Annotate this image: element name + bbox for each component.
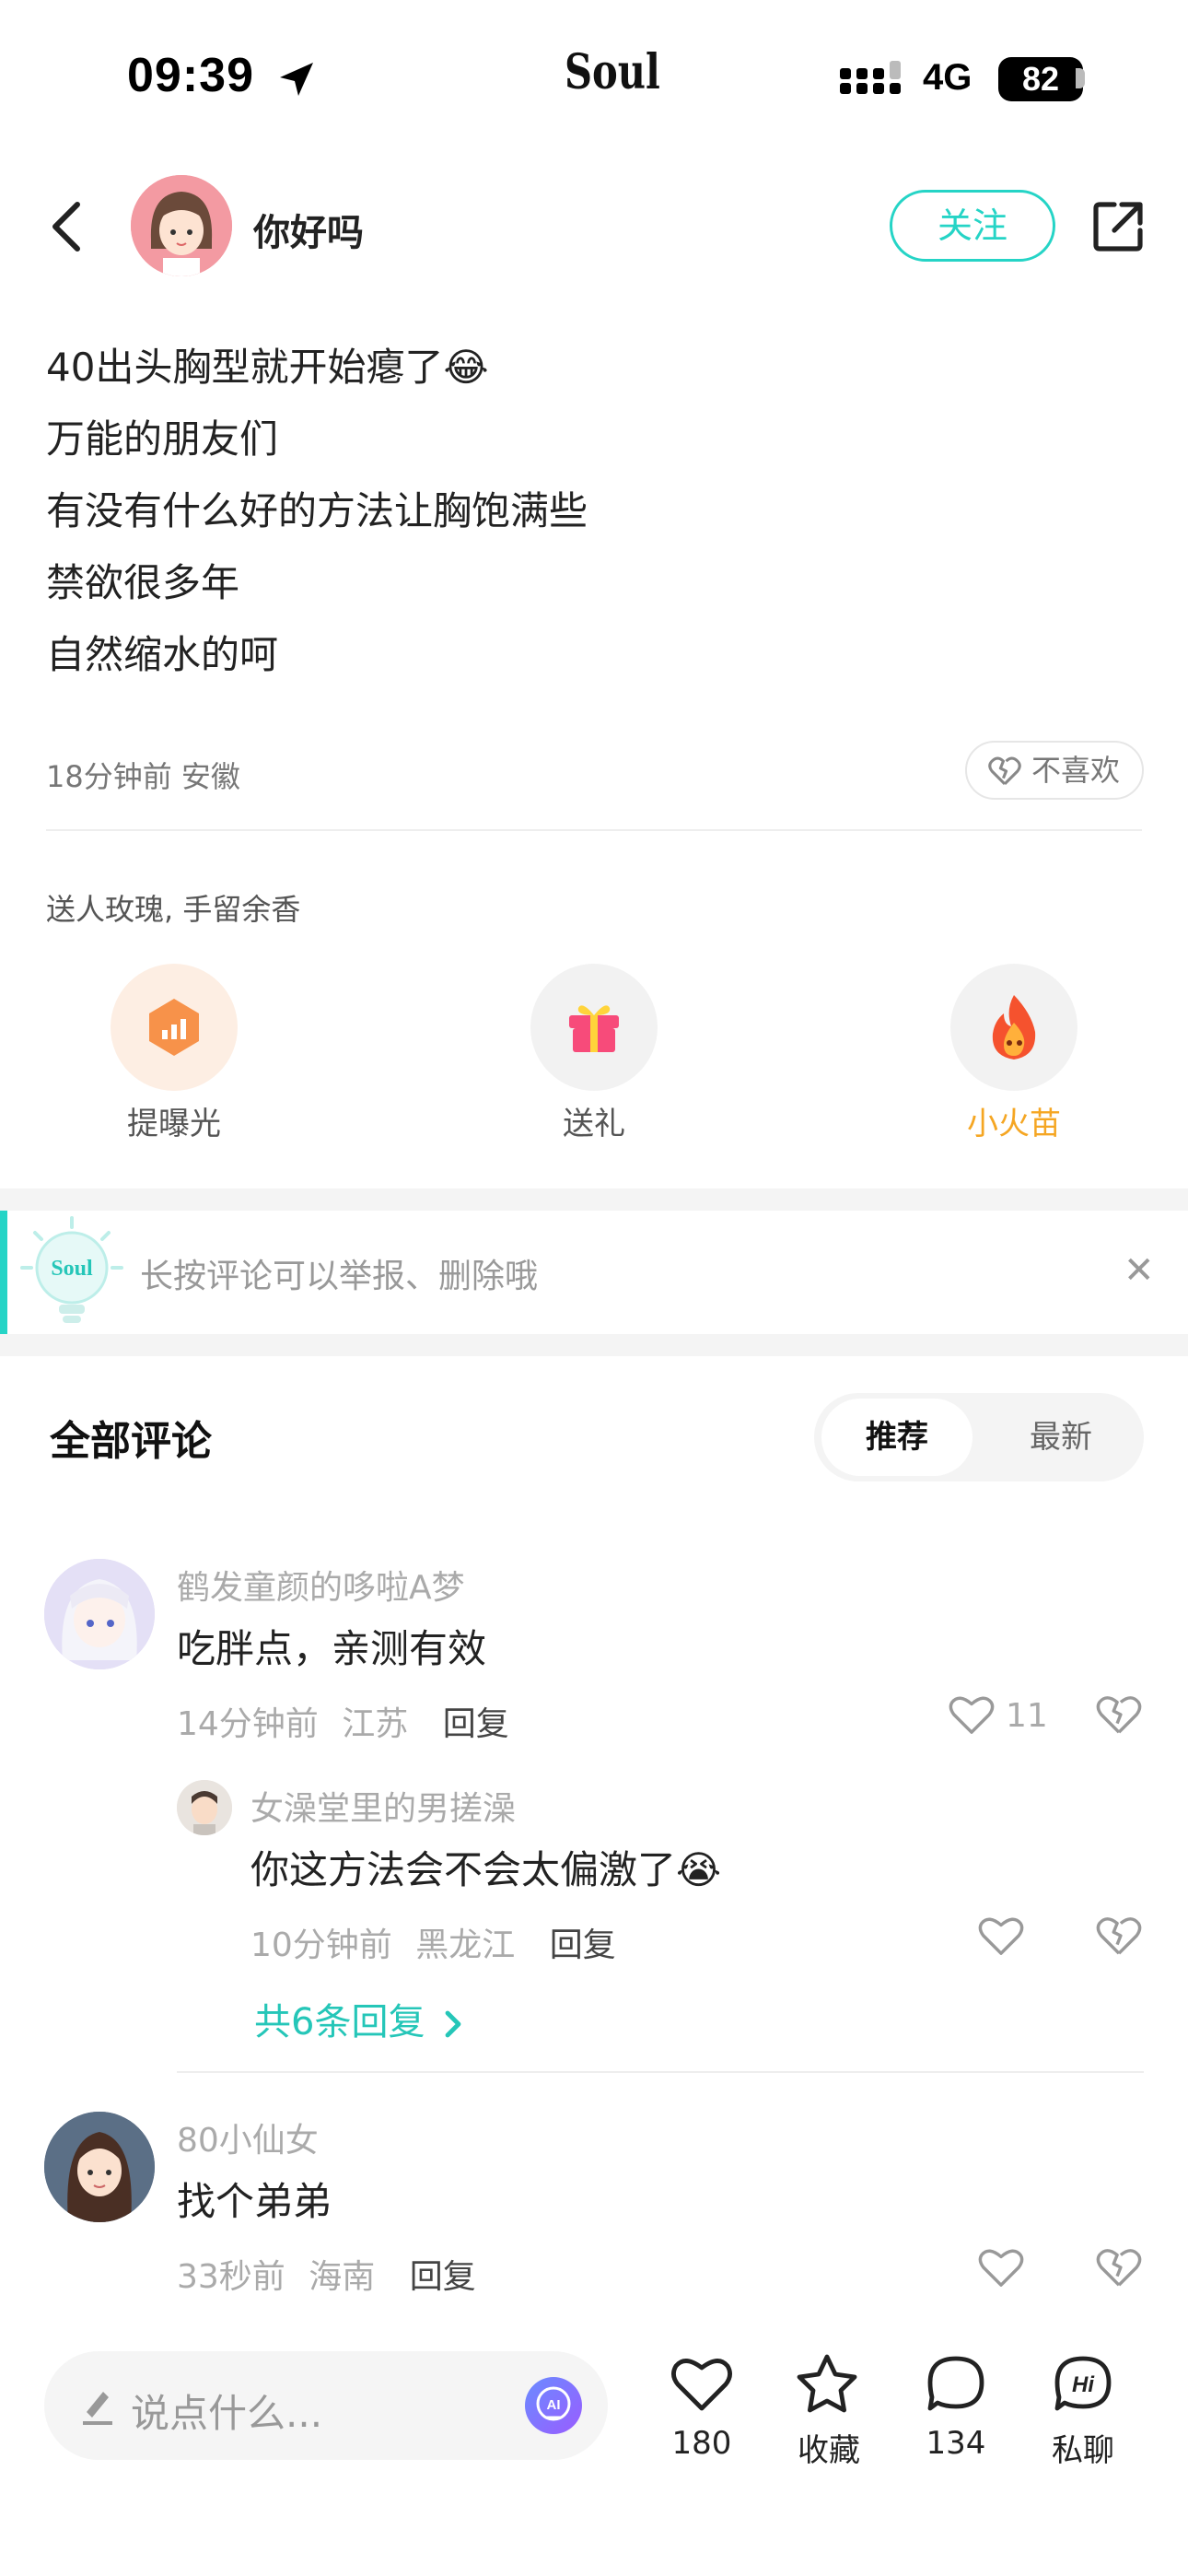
commenter-name[interactable]: 80小仙女 (177, 2113, 319, 2161)
gift-button[interactable] (530, 964, 658, 1091)
like-count: 11 (1006, 1697, 1048, 1735)
like-icon[interactable] (949, 1693, 995, 1736)
gift-section-title: 送人玫瑰, 手留余香 (46, 892, 301, 927)
soul-logo: Soul (564, 44, 660, 100)
comment-icon[interactable] (925, 2353, 987, 2414)
replier-avatar[interactable] (177, 1780, 232, 1835)
svg-text:AI: AI (547, 2397, 561, 2413)
broken-heart-icon[interactable] (1096, 1693, 1142, 1736)
author-avatar[interactable] (131, 175, 232, 276)
network-type: 4G (923, 57, 973, 98)
reply-button[interactable]: 回复 (410, 2258, 476, 2296)
section-gap (0, 1188, 1188, 1211)
reply-button[interactable]: 回复 (550, 1926, 616, 1964)
svg-text:Hi: Hi (1072, 2372, 1095, 2397)
comment-location: 海南 (309, 2258, 376, 2296)
battery-level: 82 (998, 57, 1083, 101)
post-line: 有没有什么好的方法让胸饱满些 (46, 488, 588, 533)
reply-location: 黑龙江 (415, 1926, 516, 1964)
reply-button[interactable]: 回复 (443, 1705, 509, 1743)
comment-divider (177, 2071, 1144, 2073)
post-line: 40出头胸型就开始瘪了😂 (46, 345, 489, 390)
broken-heart-icon[interactable] (1096, 2246, 1142, 2289)
sort-recommended-tab[interactable]: 推荐 (821, 1399, 973, 1476)
broken-heart-icon (988, 756, 1021, 786)
location-arrow-icon (280, 63, 313, 96)
sort-latest-tab[interactable]: 最新 (985, 1399, 1136, 1476)
soul-bulb-icon: Soul (20, 1216, 123, 1323)
chevron-right-icon (445, 2010, 461, 2038)
gift-label: 送礼 (563, 1106, 625, 1142)
more-replies-link[interactable]: 共6条回复 (254, 1992, 462, 2045)
post-line: 万能的朋友们 (46, 416, 279, 462)
dislike-button[interactable]: 不喜欢 (965, 741, 1144, 800)
status-time: 09:39 (127, 49, 254, 102)
reply-time: 10分钟前 (250, 1926, 392, 1964)
like-total: 180 (671, 2425, 732, 2462)
divider (46, 829, 1142, 831)
comment-total: 134 (926, 2425, 986, 2462)
back-icon[interactable] (48, 201, 85, 252)
reply-text[interactable]: 你这方法会不会太偏激了😭 (250, 1839, 721, 1895)
close-icon[interactable]: ✕ (1124, 1249, 1155, 1292)
heart-icon[interactable] (670, 2355, 733, 2414)
post-content: 40出头胸型就开始瘪了😂 万能的朋友们 有没有什么好的方法让胸饱满些 禁欲很多年… (46, 332, 588, 691)
comment-text[interactable]: 找个弟弟 (177, 2171, 332, 2227)
comment-meta: 33秒前 海南 回复 (177, 2250, 476, 2298)
boost-icon (149, 999, 199, 1056)
star-icon[interactable] (796, 2353, 858, 2414)
boost-button[interactable] (111, 964, 238, 1091)
battery-icon (1076, 68, 1085, 88)
post-line: 禁欲很多年 (46, 560, 240, 605)
commenter-name[interactable]: 鹤发童颜的哆啦A梦 (177, 1561, 465, 1609)
reply-meta: 10分钟前 黑龙江 回复 (250, 1918, 616, 1966)
author-name[interactable]: 你好吗 (253, 203, 364, 256)
signal-icon (840, 61, 901, 94)
share-icon[interactable] (1089, 197, 1147, 256)
flame-icon (992, 995, 1036, 1060)
like-icon[interactable] (978, 1914, 1024, 1957)
section-gap (0, 1334, 1188, 1356)
flame-button[interactable] (950, 964, 1077, 1091)
post-time-location: 18分钟前 安徽 (46, 759, 240, 794)
comment-time: 14分钟前 (177, 1705, 319, 1743)
commenter-avatar[interactable] (44, 2112, 155, 2222)
comment-time: 33秒前 (177, 2258, 285, 2296)
gift-icon (569, 1005, 619, 1052)
comment-meta: 14分钟前 江苏 回复 (177, 1697, 509, 1745)
hi-chat-icon[interactable]: Hi (1052, 2353, 1114, 2414)
tip-text: 长按评论可以举报、删除哦 (140, 1258, 539, 1295)
commenter-avatar[interactable] (44, 1559, 155, 1669)
more-replies-label: 共6条回复 (254, 2001, 425, 2043)
tip-logo-text: Soul (51, 1257, 93, 1281)
pencil-icon (83, 2392, 112, 2425)
private-chat-label[interactable]: 私聊 (1028, 2425, 1138, 2470)
like-icon[interactable] (978, 2246, 1024, 2289)
boost-label: 提曝光 (127, 1106, 221, 1142)
follow-button[interactable]: 关注 (890, 190, 1055, 262)
replier-name[interactable]: 女澡堂里的男搓澡 (250, 1782, 516, 1830)
comment-location: 江苏 (342, 1705, 409, 1743)
comments-title: 全部评论 (50, 1418, 212, 1465)
flame-label: 小火苗 (967, 1106, 1061, 1142)
dislike-label: 不喜欢 (1031, 753, 1121, 788)
favorite-label[interactable]: 收藏 (774, 2425, 884, 2470)
comment-input-placeholder[interactable]: 说点什么... (131, 2383, 322, 2439)
ai-assistant-icon[interactable]: AI (523, 2375, 584, 2436)
tip-accent (0, 1211, 7, 1334)
comment-text[interactable]: 吃胖点，亲测有效 (177, 1618, 486, 1674)
broken-heart-icon[interactable] (1096, 1914, 1142, 1957)
post-line: 自然缩水的呵 (46, 632, 279, 677)
